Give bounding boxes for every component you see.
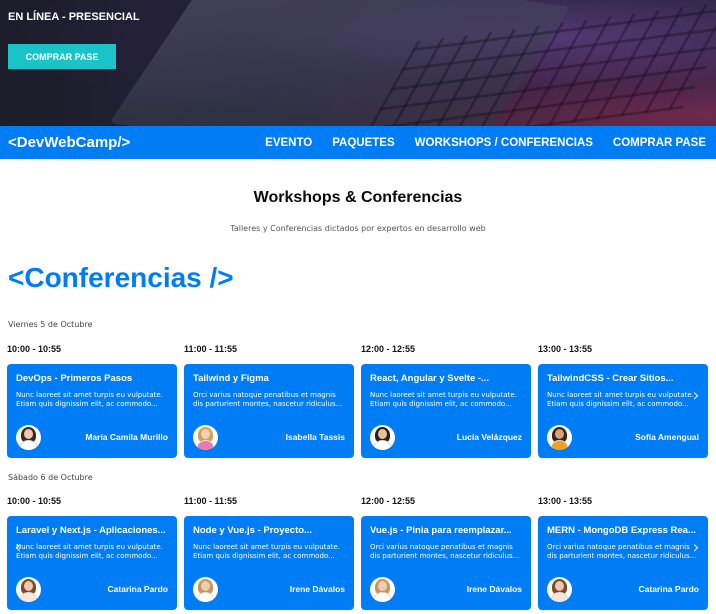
avatar-body [197,439,214,450]
event-title: React, Angular y Svelte -... [370,373,489,384]
main-navbar: <DevWebCamp/> EVENTO PAQUETES WORKSHOPS … [0,126,716,159]
event-title: MERN - MongoDB Express Rea... [547,525,696,536]
day-label: Sábado 6 de Octubre [8,473,93,482]
event-card[interactable]: Tailwind y Figma Orci varius natoque pen… [184,364,354,458]
event-description: Orci varius natoque penatibus et magnis … [193,391,343,408]
avatar-body [374,439,391,450]
speaker-name: Irene Dávalos [289,584,345,594]
event-footer: Catarina Pardo [547,576,699,602]
main-nav: EVENTO PAQUETES WORKSHOPS / CONFERENCIAS… [265,137,706,149]
hero-banner: EN LÍNEA - PRESENCIAL COMPRAR PASE [0,0,716,126]
event-title: Vue.js - Pinia para reemplazar... [370,525,512,536]
chevron-right-icon[interactable]: › [689,386,703,406]
avatar-face [555,428,564,439]
speaker-avatar [16,576,41,602]
event-card[interactable]: TailwindCSS - Crear Sitios... Nunc laore… [538,364,708,458]
event-footer: Isabella Tassis [193,424,345,450]
speaker-name: María Camila Murillo [85,432,168,442]
event-time: 11:00 - 11:55 [184,496,238,506]
speaker-name: Catarina Pardo [107,584,168,594]
event-slot: 13:00 - 13:55 TailwindCSS - Crear Sitios… [538,344,708,458]
avatar-face [378,428,387,439]
event-description: Nunc laoreet sit amet turpis eu vulputat… [16,391,163,408]
event-time: 13:00 - 13:55 [538,344,593,354]
event-description: Nunc laoreet sit amet turpis eu vulputat… [16,543,163,560]
event-time: 12:00 - 12:55 [361,344,416,354]
event-footer: Irene Dávalos [370,576,522,602]
hero-tagline: EN LÍNEA - PRESENCIAL [8,11,140,23]
conferences-heading: <Conferencias /> [8,262,234,293]
section-title: Workshops & Conferencias [253,189,463,206]
speaker-avatar [547,424,572,450]
speaker-name: Lucía Velázquez [456,432,522,442]
event-slot: 12:00 - 12:55 React, Angular y Svelte -.… [361,344,531,458]
chevron-left-icon[interactable]: ‹ [11,538,25,558]
event-card[interactable]: DevOps - Primeros Pasos Nunc laoreet sit… [7,364,177,458]
event-card[interactable]: Vue.js - Pinia para reemplazar... Orci v… [361,516,531,610]
speaker-avatar [193,576,218,602]
event-slot: 13:00 - 13:55 MERN - MongoDB Express Rea… [538,496,708,610]
event-description: Nunc laoreet sit amet turpis eu vulputat… [547,391,694,408]
avatar-body [374,591,391,602]
avatar-body [197,591,214,602]
avatar-face [555,580,564,591]
event-slot: 12:00 - 12:55 Vue.js - Pinia para reempl… [361,496,531,610]
event-slot: 10:00 - 10:55 Laravel y Next.js - Aplica… [7,496,177,610]
avatar-body [551,439,568,450]
speaker-name: Isabella Tassis [285,432,345,442]
event-card[interactable]: React, Angular y Svelte -... Nunc laoree… [361,364,531,458]
speaker-name: Catarina Pardo [638,584,699,594]
event-footer: Catarina Pardo [16,576,168,602]
speaker-avatar [16,424,41,450]
event-time: 12:00 - 12:55 [361,496,416,506]
site-logo[interactable]: <DevWebCamp/> [8,134,130,151]
event-card[interactable]: MERN - MongoDB Express Rea... Orci variu… [538,516,708,610]
event-description: Orci varius natoque penatibus et magnis … [370,543,520,560]
speaker-avatar [547,576,572,602]
event-time: 10:00 - 10:55 [7,496,62,506]
nav-link-evento[interactable]: EVENTO [265,137,312,149]
event-title: DevOps - Primeros Pasos [16,373,133,384]
speaker-name: Sofía Amengual [635,432,699,442]
event-slot: 10:00 - 10:55 DevOps - Primeros Pasos Nu… [7,344,177,458]
event-footer: María Camila Murillo [16,424,168,450]
speaker-avatar [370,424,395,450]
avatar-body [20,591,37,602]
event-footer: Lucía Velázquez [370,424,522,450]
hero-buy-pass-button[interactable]: COMPRAR PASE [8,44,116,69]
avatar-body [551,591,568,602]
avatar-face [24,428,33,439]
event-slot: 11:00 - 11:55 Node y Vue.js - Proyecto..… [184,496,354,610]
event-footer: Sofía Amengual [547,424,699,450]
avatar-body [20,439,37,450]
event-footer: Irene Dávalos [193,576,345,602]
event-description: Nunc laoreet sit amet turpis eu vulputat… [370,391,517,408]
event-title: Tailwind y Figma [193,373,269,384]
event-title: Laravel y Next.js - Aplicaciones... [16,525,166,536]
day-label: Viernes 5 de Octubre [8,320,93,329]
avatar-face [378,580,387,591]
section-subtitle: Talleres y Conferencias dictados por exp… [230,224,486,233]
speaker-name: Irene Dávalos [466,584,522,594]
event-title: Node y Vue.js - Proyecto... [193,525,312,536]
chevron-right-icon[interactable]: › [689,538,703,558]
event-title: TailwindCSS - Crear Sitios... [547,373,674,384]
speaker-avatar [193,424,218,450]
avatar-face [201,428,210,439]
avatar-face [201,580,210,591]
event-card[interactable]: Laravel y Next.js - Aplicaciones... Nunc… [7,516,177,610]
event-time: 13:00 - 13:55 [538,496,593,506]
event-slot: 11:00 - 11:55 Tailwind y Figma Orci vari… [184,344,354,458]
event-card[interactable]: Node y Vue.js - Proyecto... Nunc laoreet… [184,516,354,610]
nav-link-workshops[interactable]: WORKSHOPS / CONFERENCIAS [415,137,593,149]
event-description: Nunc laoreet sit amet turpis eu vulputat… [193,543,340,560]
event-time: 10:00 - 10:55 [7,344,62,354]
nav-link-comprar-pase[interactable]: COMPRAR PASE [613,137,706,149]
event-description: Orci varius natoque penatibus et magnis … [547,543,697,560]
speaker-avatar [370,576,395,602]
avatar-face [24,580,33,591]
event-time: 11:00 - 11:55 [184,344,238,354]
nav-link-paquetes[interactable]: PAQUETES [332,137,394,149]
